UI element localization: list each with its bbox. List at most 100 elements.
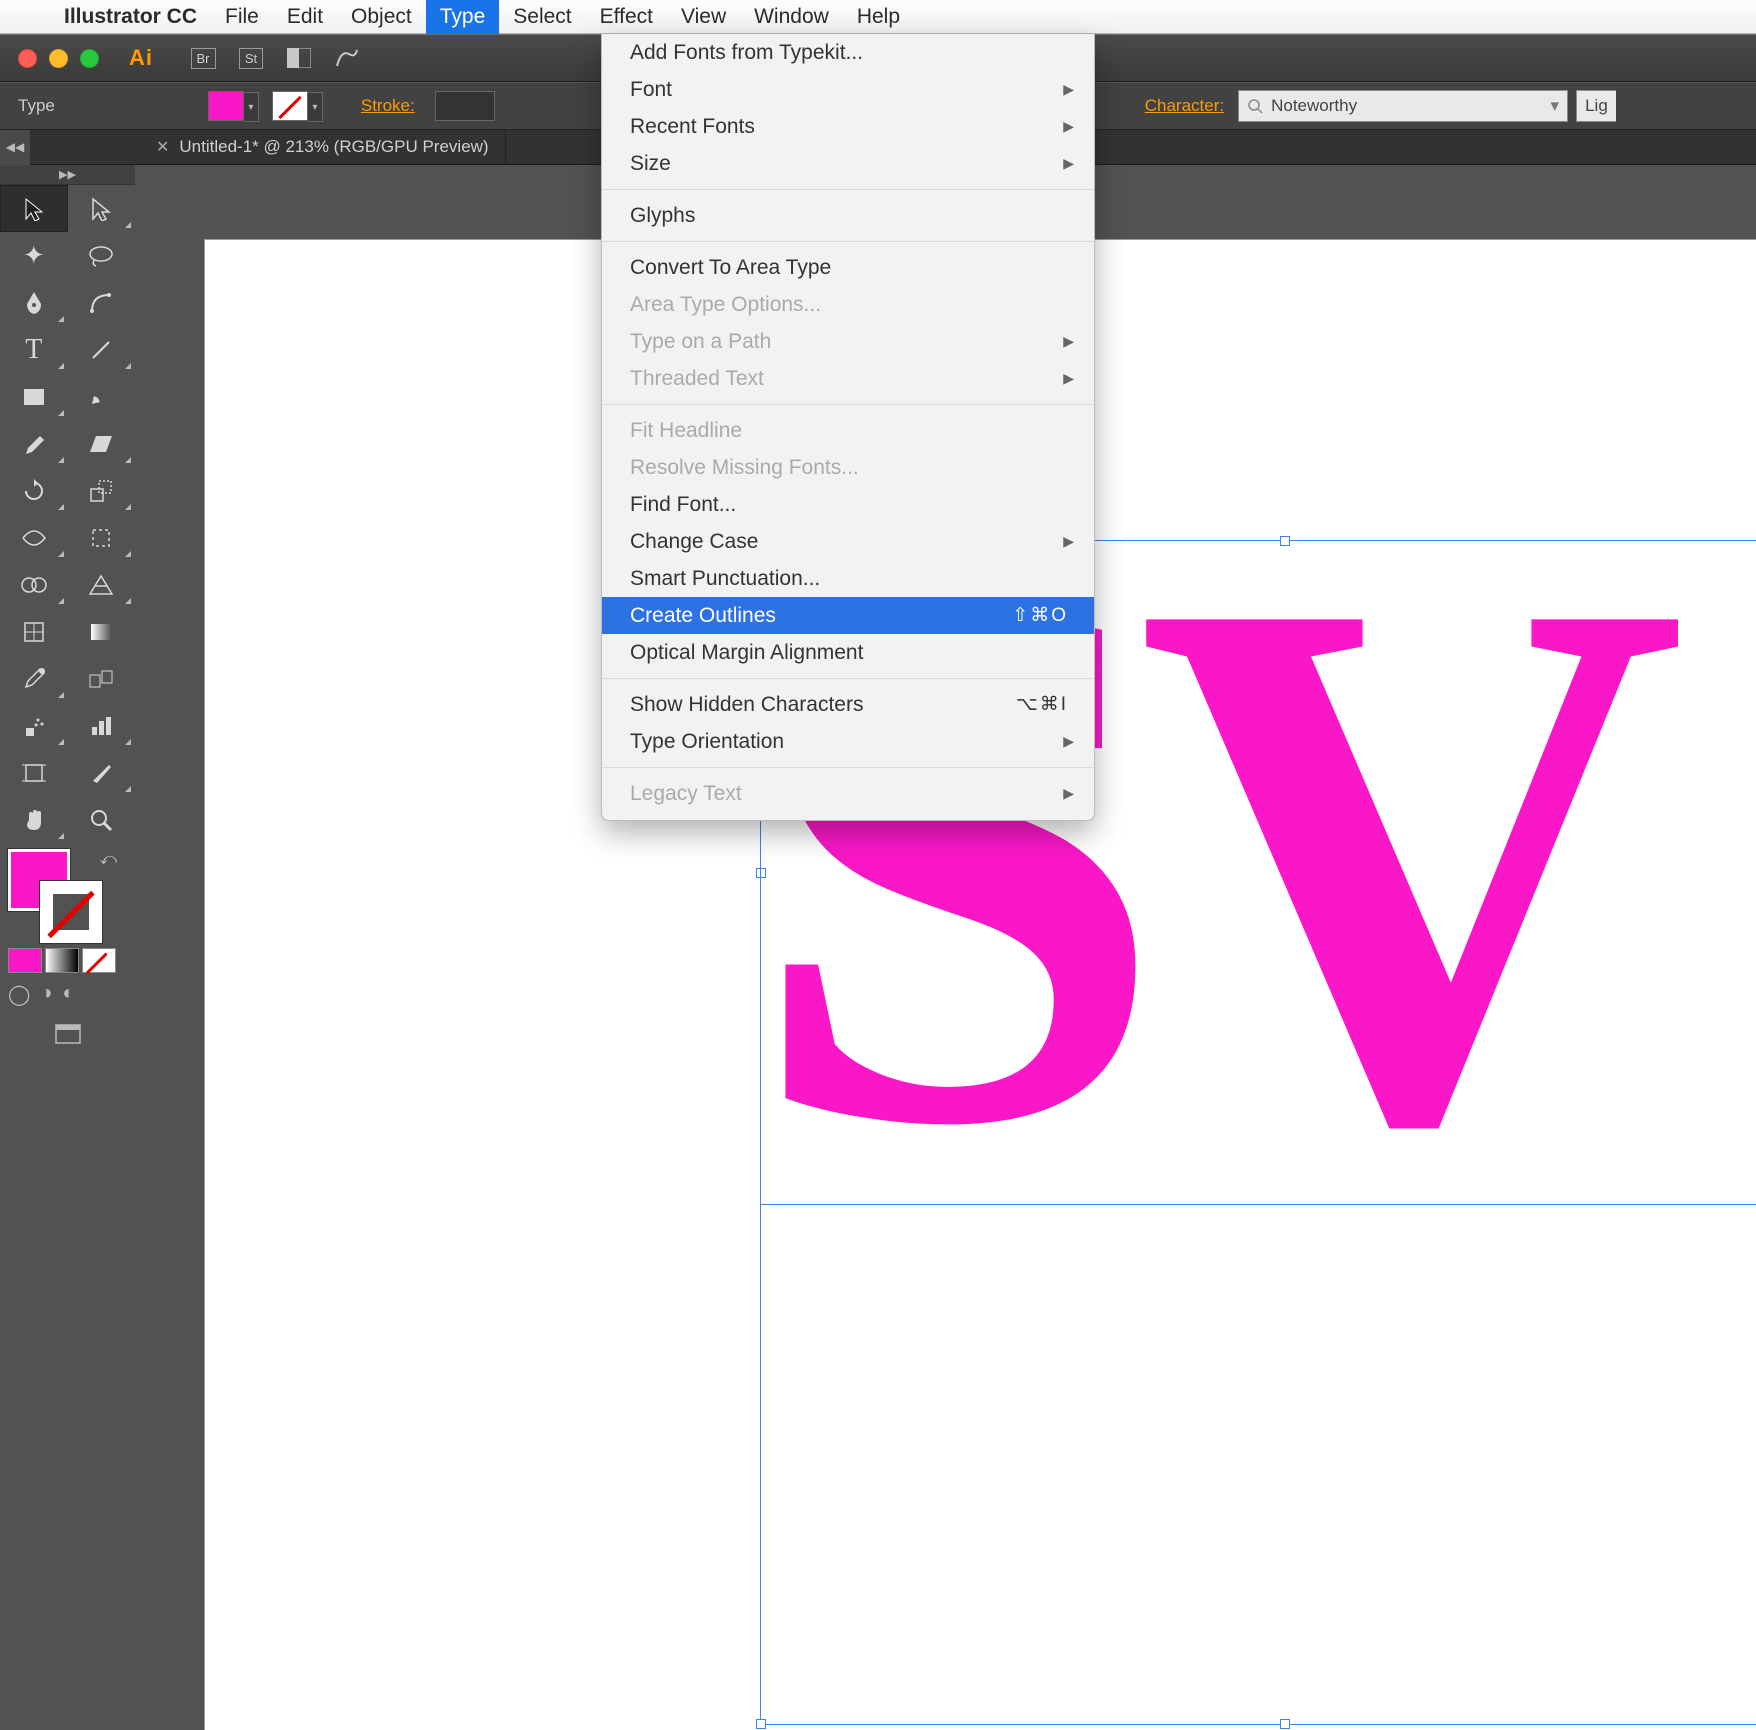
draw-normal-icon[interactable]: ◯ [8,982,30,1007]
artboard-tool[interactable] [0,749,68,796]
menu-item-create-outlines[interactable]: Create Outlines⇧⌘O [602,597,1094,634]
fill-stroke-block: ⤺ [0,849,135,939]
control-mode-label: Type [0,96,73,116]
menu-item-font[interactable]: Font▶ [602,71,1094,108]
app-name[interactable]: Illustrator CC [50,5,211,29]
menu-item-find-font[interactable]: Find Font... [602,486,1094,523]
curvature-tool[interactable] [68,279,136,326]
mac-menubar: Illustrator CC FileEditObjectTypeSelectE… [0,0,1756,34]
symbol-sprayer-tool[interactable] [0,702,68,749]
lasso-tool[interactable] [68,232,136,279]
toolbox: ▶▶ ✦ T ⤺ [0,165,135,1061]
scale-tool[interactable] [68,467,136,514]
stock-icon[interactable]: St [236,43,266,73]
menu-select[interactable]: Select [499,0,585,34]
menu-item-show-hidden-characters[interactable]: Show Hidden Characters⌥⌘I [602,686,1094,723]
magic-wand-tool[interactable]: ✦ [0,232,68,279]
stroke-label-link[interactable]: Stroke: [331,96,429,116]
menu-item-threaded-text: Threaded Text▶ [602,360,1094,397]
submenu-arrow-icon: ▶ [1063,785,1074,802]
slice-tool[interactable] [68,749,136,796]
toolbox-collapse-button[interactable]: ▶▶ [0,165,135,185]
font-weight-dropdown[interactable]: Lig [1576,90,1616,122]
collapse-panels-button[interactable]: ◀◀ [0,130,30,165]
swap-fill-stroke-icon[interactable]: ⤺ [100,851,117,869]
submenu-arrow-icon: ▶ [1063,333,1074,350]
submenu-arrow-icon: ▶ [1063,81,1074,98]
document-tab[interactable]: ✕ Untitled-1* @ 213% (RGB/GPU Preview) [140,130,506,164]
bridge-icon[interactable]: Br [188,43,218,73]
color-mode-solid[interactable] [8,948,42,973]
eyedropper-tool[interactable] [0,655,68,702]
width-tool[interactable] [0,514,68,561]
menu-file[interactable]: File [211,0,273,34]
fill-swatch[interactable]: ▾ [208,91,244,121]
menu-edit[interactable]: Edit [273,0,337,34]
blend-tool[interactable] [68,655,136,702]
close-tab-icon[interactable]: ✕ [156,137,169,157]
graph-tool[interactable] [68,702,136,749]
menu-item-recent-fonts[interactable]: Recent Fonts▶ [602,108,1094,145]
arrange-documents-icon[interactable] [284,43,314,73]
stroke-color-box[interactable] [40,881,102,943]
menu-item-change-case[interactable]: Change Case▶ [602,523,1094,560]
gradient-tool[interactable] [68,608,136,655]
maximize-window-button[interactable] [80,49,99,68]
menu-item-legacy-text: Legacy Text▶ [602,775,1094,812]
menu-effect[interactable]: Effect [586,0,667,34]
menu-type[interactable]: Type [426,0,500,34]
type-menu-dropdown: Add Fonts from Typekit...Font▶Recent Fon… [601,34,1095,821]
menu-item-fit-headline: Fit Headline [602,412,1094,449]
menu-view[interactable]: View [667,0,740,34]
draw-behind-icon[interactable]: ◑ [40,982,52,1007]
menu-window[interactable]: Window [740,0,843,34]
menu-item-size[interactable]: Size▶ [602,145,1094,182]
menu-item-resolve-missing-fonts: Resolve Missing Fonts... [602,449,1094,486]
submenu-arrow-icon: ▶ [1063,533,1074,550]
paintbrush-tool[interactable] [68,373,136,420]
menu-object[interactable]: Object [337,0,426,34]
stroke-swatch[interactable]: ▾ [272,91,308,121]
menu-item-optical-margin-alignment[interactable]: Optical Margin Alignment [602,634,1094,671]
pencil-tool[interactable] [0,420,68,467]
mesh-tool[interactable] [0,608,68,655]
menu-help[interactable]: Help [843,0,914,34]
selection-tool[interactable] [0,185,68,232]
color-mode-gradient[interactable] [45,948,79,973]
direct-selection-tool[interactable] [68,185,136,232]
font-family-value: Noteworthy [1271,96,1357,116]
pen-tool[interactable] [0,279,68,326]
submenu-arrow-icon: ▶ [1063,733,1074,750]
menu-item-glyphs[interactable]: Glyphs [602,197,1094,234]
menu-item-convert-to-area-type[interactable]: Convert To Area Type [602,249,1094,286]
submenu-arrow-icon: ▶ [1063,118,1074,135]
menu-item-smart-punctuation[interactable]: Smart Punctuation... [602,560,1094,597]
color-mode-none[interactable] [82,948,116,973]
free-transform-tool[interactable] [68,514,136,561]
line-tool[interactable] [68,326,136,373]
screen-mode-icon[interactable] [54,1023,82,1051]
traffic-lights [0,49,117,68]
draw-inside-icon[interactable]: ◐ [62,982,74,1007]
type-tool[interactable]: T [0,326,68,373]
menu-item-type-orientation[interactable]: Type Orientation▶ [602,723,1094,760]
character-label-link[interactable]: Character: [1115,96,1238,116]
rotate-tool[interactable] [0,467,68,514]
stroke-weight-input[interactable] [435,91,495,121]
menu-item-type-on-a-path: Type on a Path▶ [602,323,1094,360]
font-family-dropdown[interactable]: Noteworthy ▾ [1238,90,1568,122]
close-window-button[interactable] [18,49,37,68]
rectangle-tool[interactable] [0,373,68,420]
shape-builder-tool[interactable] [0,561,68,608]
shortcut-label: ⌥⌘I [1016,693,1068,716]
zoom-tool[interactable] [68,796,136,843]
gpu-icon[interactable] [332,43,362,73]
shortcut-label: ⇧⌘O [1012,604,1068,627]
font-weight-value: Lig [1585,96,1608,116]
menu-item-area-type-options: Area Type Options... [602,286,1094,323]
menu-item-add-fonts-from-typekit[interactable]: Add Fonts from Typekit... [602,34,1094,71]
eraser-tool[interactable] [68,420,136,467]
perspective-tool[interactable] [68,561,136,608]
minimize-window-button[interactable] [49,49,68,68]
hand-tool[interactable] [0,796,68,843]
